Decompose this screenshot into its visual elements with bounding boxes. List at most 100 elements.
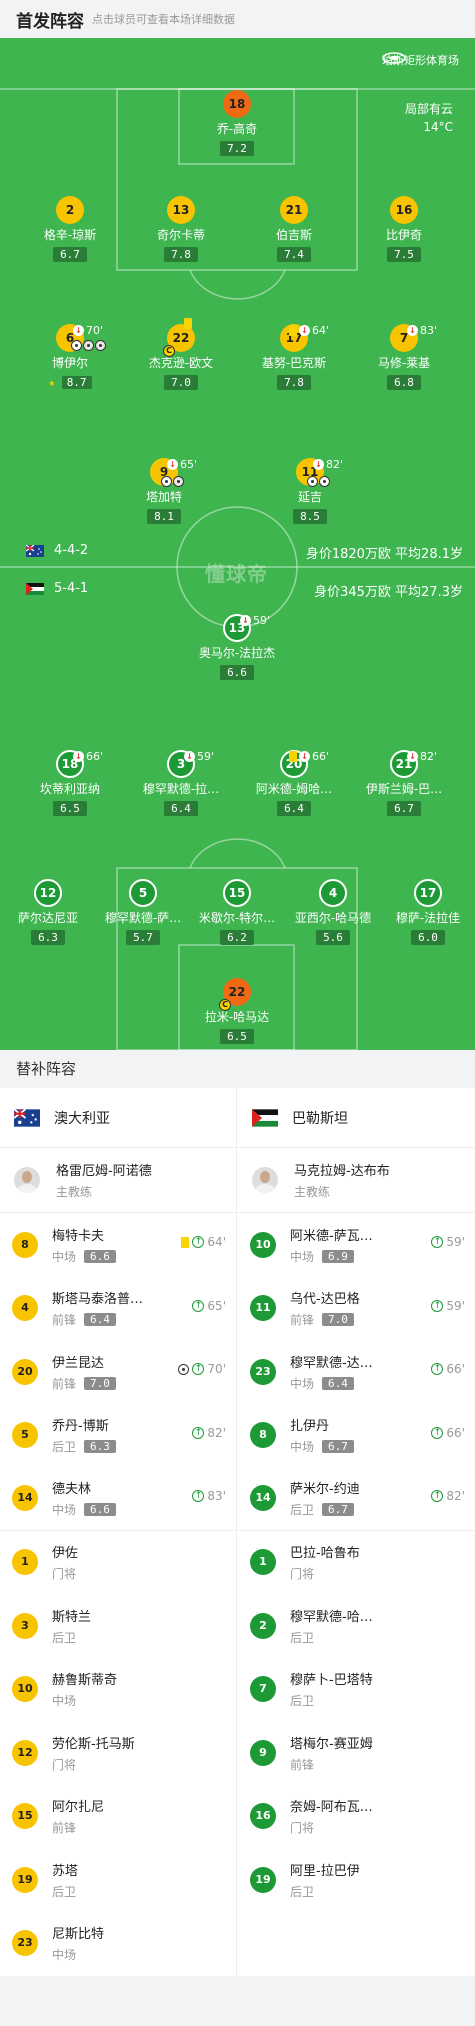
player-rating: 6.5	[53, 801, 87, 816]
player-home-mid[interactable]: 6 ↓ 70' 博伊尔 ★ 8.7	[15, 324, 125, 390]
sub-player-row[interactable]: 19 苏塔 后卫	[0, 1848, 236, 1912]
sub-in-icon: ↑	[192, 1426, 205, 1439]
player-away-def[interactable]: 15 米歇尔-特尔… 6.2	[182, 879, 292, 945]
home-coach[interactable]: 格雷厄姆-阿诺德 主教练	[0, 1148, 236, 1213]
player-home-def[interactable]: 2 格辛-琼斯 6.7	[15, 196, 125, 262]
sub-player-row[interactable]: 23 尼斯比特 中场	[0, 1912, 236, 1976]
player-home-gk[interactable]: 18 乔-高奇 7.2	[182, 90, 292, 156]
ball-icon	[307, 476, 318, 487]
sub-player-row[interactable]: 15 阿尔扎尼 前锋	[0, 1785, 236, 1849]
player-home-mid[interactable]: 17 ↓ 64' 基努-巴克斯 7.8	[239, 324, 349, 390]
event-goals	[307, 476, 330, 487]
player-name: 坎蒂利亚纳	[39, 782, 100, 796]
player-away-gk[interactable]: 22 C 拉米-哈马达 6.5	[182, 978, 292, 1044]
player-rating: 5.6	[316, 930, 350, 945]
event-sub-out: ↓ 70'	[73, 324, 103, 337]
weather-text: 局部有云	[404, 102, 453, 116]
player-home-fwd[interactable]: 11 ↓ 82' 延吉 8.5	[255, 458, 365, 524]
position-text: 中场	[290, 1376, 315, 1391]
shirt-number: 22 C	[219, 978, 251, 1011]
sub-minute: 66'	[446, 1362, 465, 1376]
sub-in-event: ↑ 82'	[192, 1426, 226, 1440]
assist-icon	[83, 340, 94, 351]
sub-player-row[interactable]: 12 劳伦斯-托马斯 门将	[0, 1721, 236, 1785]
player-away-def[interactable]: 17 穆萨-法拉佳 6.0	[373, 879, 475, 945]
player-rating: 7.0	[322, 1313, 354, 1327]
player-away-mid[interactable]: 3 ↓ 59' 穆罕默德-拉… 6.4	[126, 750, 236, 816]
player-rating: 6.8	[387, 375, 421, 390]
sub-player-row[interactable]: 20 伊兰昆达 前锋 7.0 ↑ 70'	[0, 1340, 236, 1404]
sub-in-event: ↑ 82'	[431, 1489, 465, 1503]
player-rating: 7.4	[277, 247, 311, 262]
player-name: 基努-巴克斯	[261, 356, 327, 370]
sub-player-row[interactable]: 10 阿米德-萨瓦… 中场 6.9 ↑ 59'	[238, 1213, 475, 1277]
sub-player-row[interactable]: 1 伊佐 门将	[0, 1531, 236, 1595]
player-home-fwd[interactable]: 9 ↓ 65' 塔加特 8.1	[109, 458, 219, 524]
player-position: 门将	[290, 1819, 415, 1836]
shirt-number: 20	[12, 1358, 38, 1385]
number-text: 22	[228, 985, 246, 999]
player-away-mid[interactable]: 18 ↓ 66' 坎蒂利亚纳 6.5	[15, 750, 125, 816]
event-sub-out: ↓ 64'	[289, 324, 329, 337]
sub-player-row[interactable]: 9 塔梅尔-赛亚姆 前锋	[238, 1721, 475, 1785]
sub-player-row[interactable]: 10 赫鲁斯蒂奇 中场	[0, 1658, 236, 1722]
palestine-flag-icon	[252, 1108, 278, 1127]
sub-in-event: ↑ 70'	[178, 1362, 226, 1376]
player-position: 后卫	[290, 1692, 415, 1709]
position-text: 前锋	[52, 1376, 77, 1391]
player-home-def[interactable]: 16 比伊奇 7.5	[349, 196, 459, 262]
sub-player-row[interactable]: 3 斯特兰 后卫	[0, 1594, 236, 1658]
sub-out-icon: ↓	[73, 751, 84, 762]
player-name: 奇尔卡蒂	[156, 228, 205, 242]
player-name: 杰克逊-欧文	[148, 356, 214, 370]
stadium-icon	[382, 52, 406, 64]
sub-player-row[interactable]: 8 扎伊丹 中场 6.7 ↑ 66'	[238, 1404, 475, 1468]
sub-player-row[interactable]: 8 梅特卡夫 中场 6.6 ↑ 64'	[0, 1213, 236, 1277]
player-name: 米歇尔-特尔…	[198, 911, 276, 925]
sub-player-row[interactable]: 14 萨米尔-约迪 后卫 6.7 ↑ 82'	[238, 1467, 475, 1531]
sub-in-icon: ↑	[192, 1363, 205, 1375]
player-away-mid[interactable]: 21 ↓ 82' 伊斯兰姆-巴… 6.7	[349, 750, 459, 816]
sub-player-row[interactable]: 5 乔丹-博斯 后卫 6.3 ↑ 82'	[0, 1404, 236, 1468]
sub-player-row[interactable]: 7 穆萨卜-巴塔特 后卫	[238, 1658, 475, 1722]
sub-player-row[interactable]: 14 德夫林 中场 6.6 ↑ 83'	[0, 1467, 236, 1531]
player-position: 后卫 6.7	[290, 1501, 415, 1518]
ball-icon	[178, 1363, 190, 1375]
coach-role: 主教练	[56, 1185, 93, 1199]
sub-player-row[interactable]: 16 奈姆-阿布瓦… 门将	[238, 1785, 475, 1849]
sub-minute: 66'	[446, 1425, 465, 1440]
position-text: 前锋	[52, 1821, 77, 1836]
sub-player-info: 扎伊丹 中场 6.7	[290, 1415, 415, 1455]
event-sub-out: ↓ 82'	[407, 750, 437, 763]
position-text: 后卫	[290, 1884, 315, 1899]
player-home-def[interactable]: 13 奇尔卡蒂 7.8	[126, 196, 236, 262]
sub-player-info: 伊佐 门将	[52, 1542, 177, 1582]
player-home-mid[interactable]: 7 ↓ 83' 马修-莱基 6.8	[349, 324, 459, 390]
sub-player-row[interactable]: 11 乌代-达巴格 前锋 7.0 ↑ 59'	[238, 1277, 475, 1341]
assist-icon	[95, 340, 106, 351]
away-coach[interactable]: 马克拉姆-达布布 主教练	[238, 1148, 475, 1213]
player-name: 比伊奇	[385, 228, 422, 242]
player-rating: 6.6	[84, 1249, 116, 1263]
shirt-number: 16	[390, 196, 418, 224]
player-away-mid[interactable]: 20 ↓ 66' 阿米德-姆哈… 6.4	[239, 750, 349, 816]
sub-player-row[interactable]: 4 斯塔马泰洛普… 前锋 6.4 ↑ 65'	[0, 1277, 236, 1341]
player-rating: 7.0	[84, 1376, 116, 1390]
player-away-fwd[interactable]: 13 ↓ 59' 奥马尔-法拉杰 6.6	[182, 614, 292, 680]
sub-player-row[interactable]: 23 穆罕默德-达… 中场 6.4 ↑ 66'	[238, 1340, 475, 1404]
sub-player-row[interactable]: 1 巴拉-哈鲁布 门将	[238, 1531, 475, 1595]
sub-player-row[interactable]: 2 穆罕默德-哈… 后卫	[238, 1594, 475, 1658]
player-name: 博伊尔	[51, 356, 88, 370]
player-rating: 6.3	[84, 1440, 116, 1454]
sub-out-icon: ↓	[313, 459, 324, 470]
player-home-mid[interactable]: 22 C 杰克逊-欧文 7.0	[126, 318, 236, 390]
player-rating: 6.5	[220, 1029, 254, 1044]
assist-icon	[173, 476, 184, 487]
position-text: 中场	[52, 1249, 77, 1264]
player-home-def[interactable]: 21 伯吉斯 7.4	[239, 196, 349, 262]
sub-minute: 65'	[207, 1298, 226, 1313]
sub-player-row[interactable]: 19 阿里-拉巴伊 后卫	[238, 1848, 475, 1912]
player-away-def[interactable]: 4 亚西尔-哈马德 5.6	[278, 879, 388, 945]
player-name: 穆罕默德-拉…	[142, 782, 220, 796]
player-name: 阿里-拉巴伊	[290, 1863, 360, 1879]
